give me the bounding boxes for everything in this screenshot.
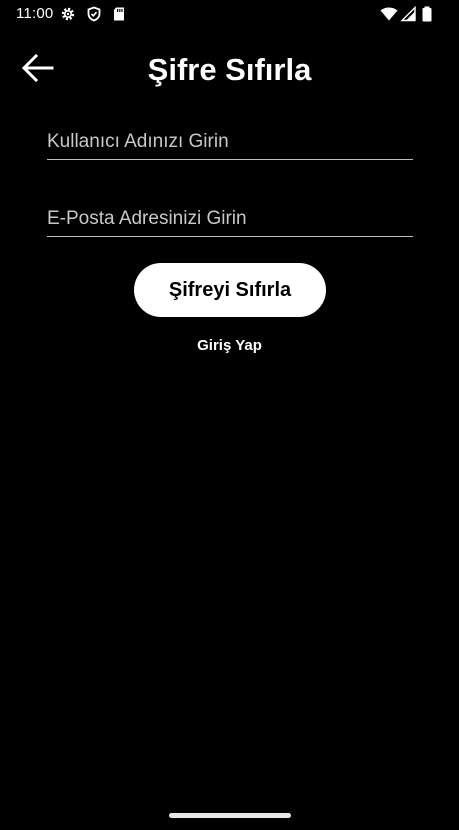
settings-icon: [60, 6, 76, 22]
shield-icon: [86, 6, 102, 22]
status-bar: 11:00: [0, 0, 459, 28]
signal-icon: [400, 6, 416, 22]
reset-password-button[interactable]: Şifreyi Sıfırla: [134, 263, 326, 317]
home-indicator[interactable]: [169, 813, 291, 818]
wifi-icon: [380, 6, 398, 22]
email-field[interactable]: [47, 202, 413, 237]
status-time: 11:00: [16, 5, 54, 22]
login-link[interactable]: Giriş Yap: [0, 337, 459, 354]
email-input[interactable]: [47, 202, 413, 236]
username-input[interactable]: [47, 125, 413, 159]
page-title: Şifre Sıfırla: [147, 52, 312, 87]
battery-icon: [421, 6, 433, 22]
sd-card-icon: [111, 6, 127, 22]
username-field[interactable]: [47, 125, 413, 160]
